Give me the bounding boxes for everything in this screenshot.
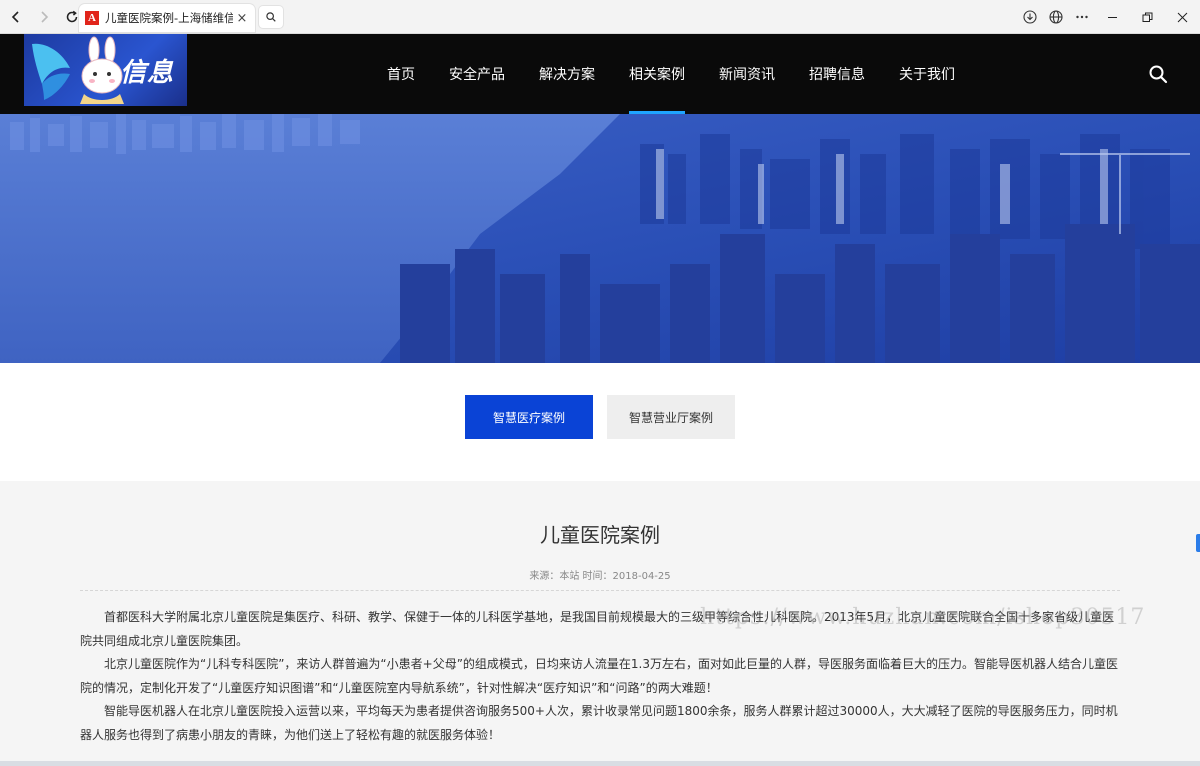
close-icon [1177,12,1188,22]
translate-button[interactable] [1043,4,1069,30]
tab-smart-medical-cases[interactable]: 智慧医疗案例 [465,395,593,439]
article-paragraph: 智能导医机器人在北京儿童医院投入运营以来，平均每天为患者提供咨询服务500+人次… [80,704,1118,742]
case-category-tabs: 智慧医疗案例 智慧营业厅案例 [0,363,1200,481]
article-meta: 来源：本站 时间：2018-04-25 [529,571,671,582]
site-favicon-icon: A [85,11,99,25]
globe-icon [1049,10,1063,24]
reload-icon [66,10,78,22]
hero-banner [0,114,1200,363]
more-dots-icon [1076,15,1088,19]
nav-item-news[interactable]: 新闻资讯 [702,34,792,114]
tab-close-button[interactable]: × [235,11,249,26]
article-paragraph: 首都医科大学附属北京儿童医院是集医疗、科研、教学、保健于一体的儿科医学基地，是我… [80,610,1115,648]
butterfly-wing-icon [32,43,70,100]
article: 儿童医院案例 来源：本站 时间：2018-04-25 首都医科大学附属北京儿童医… [0,481,1200,766]
restore-button[interactable] [1130,0,1165,34]
article-divider [80,590,1120,591]
main-nav: 首页 安全产品 解决方案 相关案例 新闻资讯 招聘信息 关于我们 [370,34,972,114]
close-window-button[interactable] [1165,0,1200,34]
menu-button[interactable] [1069,4,1095,30]
logo-text: 信息 [120,58,175,88]
search-icon[interactable] [1148,64,1168,84]
arrow-left-icon [11,10,19,23]
back-button[interactable] [4,5,28,29]
tab-smart-business-hall-cases[interactable]: 智慧营业厅案例 [607,395,735,439]
tab-search-button[interactable] [259,6,283,28]
minimize-icon [1108,16,1117,18]
article-paragraph: 北京儿童医院作为“儿科专科医院”，来访人群普遍为“小患者+父母”的组成模式，日均… [80,657,1119,695]
restore-icon [1142,12,1153,22]
download-icon [1023,10,1037,24]
tab-title: 儿童医院案例-上海储维信息科技有限公司 [105,11,233,25]
search-icon [266,12,276,22]
minimize-button[interactable] [1095,0,1130,34]
browser-tab[interactable]: A 儿童医院案例-上海储维信息科技有限公司 × [79,4,255,32]
nav-item-solutions[interactable]: 解决方案 [522,34,612,114]
scroll-indicator[interactable] [1196,534,1200,552]
nav-item-security-products[interactable]: 安全产品 [432,34,522,114]
site-header: 信息 首页 安全产品 解决方案 相关案例 新闻资讯 招聘信息 关于我们 [0,34,1200,114]
article-title: 儿童医院案例 [540,523,660,547]
city-skyline-image [0,114,1200,363]
bottom-edge [0,761,1200,766]
arrow-right-icon [41,10,49,23]
nav-item-about[interactable]: 关于我们 [882,34,972,114]
nav-item-cases[interactable]: 相关案例 [612,34,702,114]
browser-toolbar: A 儿童医院案例-上海储维信息科技有限公司 × [0,0,1200,34]
nav-item-home[interactable]: 首页 [370,34,432,114]
forward-button[interactable] [32,5,56,29]
downloads-button[interactable] [1017,4,1043,30]
nav-item-jobs[interactable]: 招聘信息 [792,34,882,114]
site-logo[interactable]: 信息 [24,34,187,106]
article-body: 首都医科大学附属北京儿童医院是集医疗、科研、教学、保健于一体的儿科医学基地，是我… [80,606,1120,747]
